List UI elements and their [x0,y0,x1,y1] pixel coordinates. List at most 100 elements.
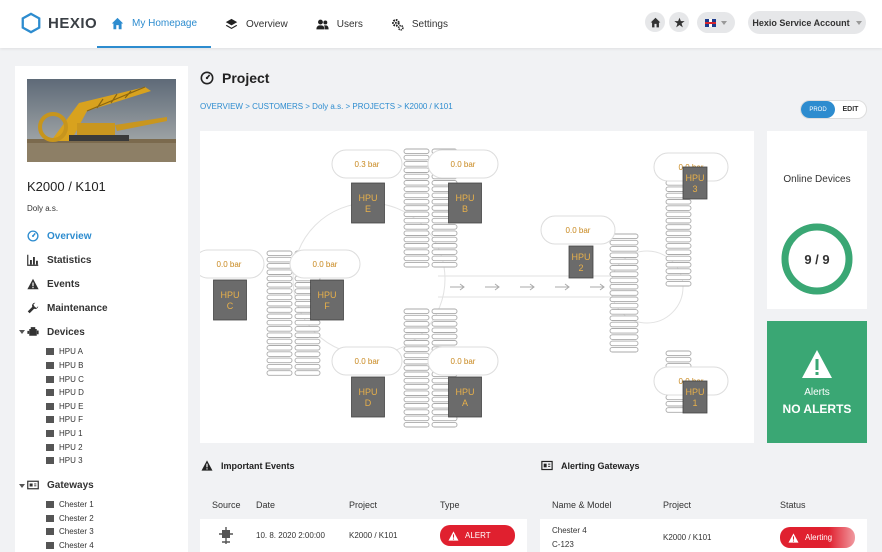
online-devices-card: Online Devices 9 / 9 [767,131,867,309]
sidebar-item-devices[interactable]: Devices [27,326,85,338]
gateway-label: Chester 2 [59,514,94,523]
alerts-card[interactable]: Alerts NO ALERTS [767,321,867,443]
hpu-unit: 0.0 bar HPU2 [540,215,616,279]
language-selector[interactable] [697,12,735,33]
mode-toggle[interactable]: PROD EDIT [800,100,867,119]
events-col-source[interactable]: Source [212,500,241,510]
tab-settings[interactable]: Settings [377,0,462,48]
track-link [266,282,293,288]
dashboard-icon [27,230,39,242]
hpu-unit: 0.0 bar HPUD [331,346,403,418]
event-type-label: ALERT [465,531,491,540]
hpu-box [351,182,385,224]
track-link [431,243,458,249]
logo[interactable]: HEXIO [20,12,97,34]
chevron-down-icon [721,20,727,25]
hpu-id: A [462,398,468,408]
mode-edit[interactable]: EDIT [835,106,866,113]
devices-collapse-icon[interactable] [19,330,25,334]
track-link [665,350,692,357]
track-link [665,211,692,218]
track-link [266,307,293,313]
track-link [665,205,692,211]
gateway-small-icon [46,501,54,508]
alerts-label: Alerts [804,387,830,398]
track-link [665,356,692,363]
track-link [294,357,321,364]
track-link [403,255,430,262]
warning-icon [27,278,39,290]
gateways-col-status[interactable]: Status [780,500,806,510]
track-link [266,275,293,282]
gateway-status-badge[interactable]: Alerting [780,527,855,548]
sidebar-device-item[interactable]: HPU C [46,375,84,384]
track-link [431,333,458,340]
favorites-button[interactable] [669,12,689,32]
event-type-badge[interactable]: ALERT [440,525,515,546]
track-link [403,173,430,180]
hpu-unit: 0.0 bar HPUC [193,249,265,321]
sidebar-device-item[interactable]: HPU D [46,388,84,397]
track-link [665,249,692,255]
device-icon [46,376,54,383]
sidebar-device-item[interactable]: HPU A [46,347,83,356]
tab-my-homepage[interactable]: My Homepage [97,0,212,48]
sidebar-device-item[interactable]: HPU B [46,361,83,370]
track-link [403,321,430,327]
gateway-project: K2000 / K101 [663,533,712,542]
gateways-col-project[interactable]: Project [663,500,691,510]
track-link [609,302,639,309]
events-col-type[interactable]: Type [440,500,460,510]
gateway-small-icon [46,528,54,535]
section-title-text: Important Events [221,460,295,471]
sidebar-device-item[interactable]: HPU 2 [46,443,83,452]
track-link [403,167,430,173]
track-link [266,288,293,294]
page-title: Project [200,70,269,86]
sidebar-gateway-item[interactable]: Chester 2 [46,514,94,523]
sidebar-gateway-item[interactable]: Chester 3 [46,527,94,536]
tab-overview[interactable]: Overview [211,0,302,48]
device-label: HPU B [59,361,84,370]
account-menu[interactable]: Hexio Service Account [748,11,866,34]
track-link [266,300,293,307]
sidebar-device-item[interactable]: HPU F [46,415,83,424]
track-link [294,370,321,376]
hpu-box [351,376,385,418]
events-col-project[interactable]: Project [349,500,377,510]
sidebar-device-item[interactable]: HPU 3 [46,456,83,465]
home-button[interactable] [645,12,665,32]
track-link [431,224,458,230]
pressure-value: 0.0 bar [313,260,338,269]
events-col-date[interactable]: Date [256,500,275,510]
sidebar-item-statistics[interactable]: Statistics [27,254,91,266]
star-icon [673,17,685,27]
home-icon [111,17,124,29]
sidebar-item-overview[interactable]: Overview [27,230,91,242]
sidebar-gateway-item[interactable]: Chester 1 [46,500,94,509]
sidebar-device-item[interactable]: HPU 1 [46,429,83,438]
device-label: HPU F [59,415,83,424]
warning-icon [802,350,832,378]
track-link [403,217,430,224]
sidebar-item-events[interactable]: Events [27,278,80,290]
track-link [403,352,430,359]
online-devices-value: 9 / 9 [804,252,829,267]
sidebar-gateway-item[interactable]: Chester 4 [46,541,94,550]
track-link [403,192,430,199]
sidebar-item-maintenance[interactable]: Maintenance [27,302,108,314]
track-link [609,246,639,252]
tab-users[interactable]: Users [302,0,377,48]
track-link [609,239,639,246]
breadcrumb[interactable]: OVERVIEW > CUSTOMERS > Doly a.s. > PROJE… [200,102,453,111]
track-link [609,296,639,303]
users-icon [316,19,329,29]
gateways-col-name-model[interactable]: Name & Model [552,500,612,510]
gateways-collapse-icon[interactable] [19,484,25,488]
mode-prod[interactable]: PROD [801,101,835,118]
sidebar-item-gateways[interactable]: Gateways [27,479,94,491]
track-link [431,327,458,333]
track-link [403,384,430,390]
sidebar-device-item[interactable]: HPU E [46,402,83,411]
event-project: K2000 / K101 [349,531,398,540]
